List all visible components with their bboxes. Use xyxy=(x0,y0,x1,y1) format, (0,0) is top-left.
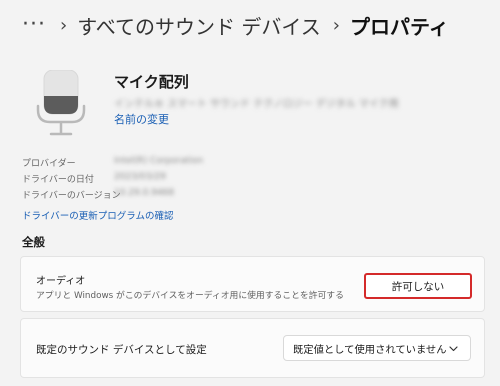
audio-setting-title: オーディオ xyxy=(36,276,86,287)
deny-audio-button[interactable]: 許可しない xyxy=(364,273,472,299)
info-row-provider: プロバイダー Intel(R) Corporation xyxy=(22,156,322,170)
info-row-driver-version: ドライバーのバージョン 10.29.0.9468 xyxy=(22,188,322,202)
info-value: 2023/03/29 xyxy=(114,172,166,182)
info-label: ドライバーの日付 xyxy=(22,175,94,185)
breadcrumb-all-sound-devices[interactable]: すべてのサウンド デバイス xyxy=(77,11,321,40)
info-value: Intel(R) Corporation xyxy=(114,156,204,166)
section-heading-general: 全般 xyxy=(22,235,45,249)
microphone-icon xyxy=(36,69,86,136)
default-device-selected-value: 既定値として使用されていません xyxy=(293,343,447,356)
audio-setting-description: アプリと Windows がこのデバイスをオーディオ用に使用することを許可する xyxy=(36,291,344,301)
info-value: 10.29.0.9468 xyxy=(114,188,175,198)
breadcrumb: ··· › すべてのサウンド デバイス › プロパティ xyxy=(22,8,449,42)
info-label: ドライバーのバージョン xyxy=(22,191,121,201)
breadcrumb-separator: › xyxy=(332,14,340,36)
info-row-driver-date: ドライバーの日付 2023/03/29 xyxy=(22,172,322,186)
info-label: プロバイダー xyxy=(22,159,76,169)
driver-update-link[interactable]: ドライバーの更新プログラムの確認 xyxy=(22,208,174,222)
chevron-down-icon xyxy=(449,344,458,352)
default-device-dropdown[interactable]: 既定値として使用されていません xyxy=(283,335,471,361)
device-name: マイク配列 xyxy=(114,73,189,91)
audio-setting-card: オーディオ アプリと Windows がこのデバイスをオーディオ用に使用すること… xyxy=(20,256,485,312)
default-device-title: 既定のサウンド デバイスとして設定 xyxy=(36,344,207,356)
device-subtitle: インテル® スマート サウンド テクノロジー デジタル マイク用 xyxy=(114,99,399,110)
breadcrumb-separator: › xyxy=(59,14,68,36)
rename-link[interactable]: 名前の変更 xyxy=(114,111,169,127)
default-device-card: 既定のサウンド デバイスとして設定 既定値として使用されていません xyxy=(20,318,485,378)
page-title: プロパティ xyxy=(349,14,449,39)
more-options-icon[interactable]: ··· xyxy=(22,14,46,36)
